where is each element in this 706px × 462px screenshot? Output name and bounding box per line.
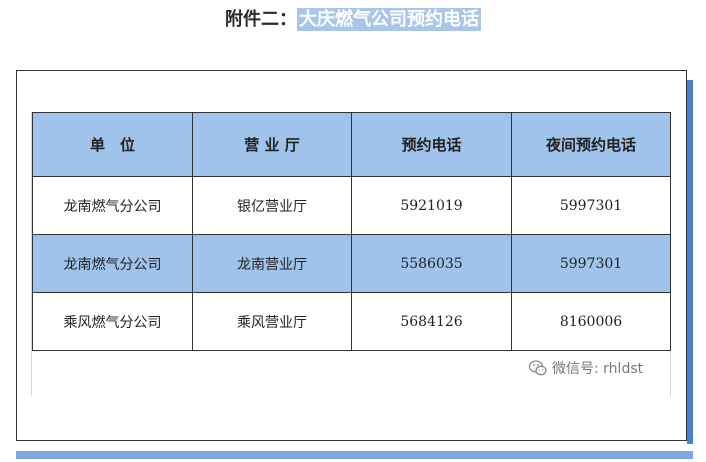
appointment-phone-table: 单 位 营 业 厅 预约电话 夜间预约电话 龙南燃气分公司 银亿营业厅 5921…: [32, 112, 671, 351]
cell-branch: 乘风营业厅: [192, 292, 352, 351]
table-row: 龙南燃气分公司 银亿营业厅 5921019 5997301: [32, 176, 671, 235]
cell-phone: 5921019: [351, 176, 512, 235]
title-prefix: 附件二：: [225, 9, 297, 30]
page-title: 附件二： 大庆燃气公司预约电话: [0, 6, 706, 34]
cell-unit: 乘风燃气分公司: [32, 292, 193, 351]
cell-night-phone: 5997301: [511, 176, 671, 235]
cell-branch: 龙南营业厅: [192, 234, 352, 293]
wechat-watermark: 微信号: rhldst: [528, 358, 643, 378]
cell-unit: 龙南燃气分公司: [32, 234, 193, 293]
frame-shadow-right: [687, 80, 693, 444]
table-row: 乘风燃气分公司 乘风营业厅 5684126 8160006: [32, 292, 671, 351]
table-header-row: 单 位 营 业 厅 预约电话 夜间预约电话: [32, 112, 671, 177]
table-container: 单 位 营 业 厅 预约电话 夜间预约电话 龙南燃气分公司 银亿营业厅 5921…: [31, 112, 671, 396]
table-row: 龙南燃气分公司 龙南营业厅 5586035 5997301: [32, 234, 671, 293]
header-unit: 单 位: [32, 112, 193, 177]
cell-night-phone: 5997301: [511, 234, 671, 293]
watermark-text: 微信号: rhldst: [552, 361, 644, 377]
cell-night-phone: 8160006: [511, 292, 671, 351]
header-branch: 营 业 厅: [192, 112, 352, 177]
cell-phone: 5684126: [351, 292, 512, 351]
cell-unit: 龙南燃气分公司: [32, 176, 193, 235]
header-night-phone: 夜间预约电话: [511, 112, 671, 177]
header-phone: 预约电话: [351, 112, 512, 177]
title-highlight: 大庆燃气公司预约电话: [297, 8, 481, 31]
bottom-accent-bar: [16, 451, 693, 459]
wechat-icon: [528, 359, 548, 377]
cell-phone: 5586035: [351, 234, 512, 293]
cell-branch: 银亿营业厅: [192, 176, 352, 235]
